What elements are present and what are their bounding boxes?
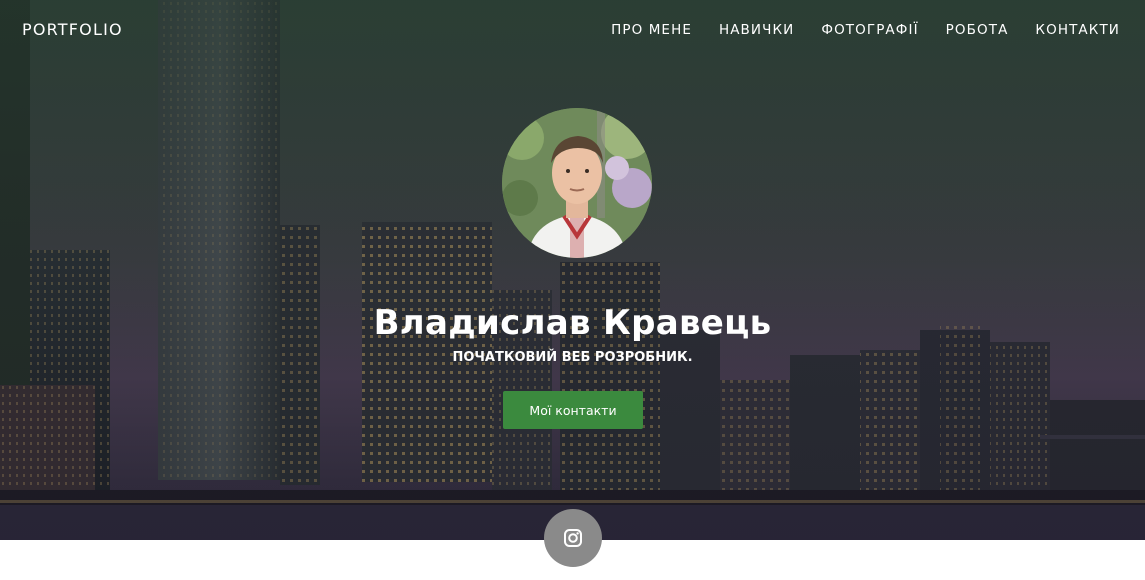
nav-link-work[interactable]: РОБОТА (946, 22, 1009, 38)
nav-item: ФОТОГРАФІЇ (821, 21, 918, 39)
nav-item: НАВИЧКИ (719, 21, 794, 39)
profile-photo (502, 108, 652, 258)
instagram-button[interactable] (544, 509, 602, 567)
instagram-icon (564, 529, 582, 547)
nav-item: ПРО МЕНЕ (611, 21, 692, 39)
profile-avatar (502, 108, 652, 258)
navbar: PORTFOLIO ПРО МЕНЕ НАВИЧКИ ФОТОГРАФІЇ РО… (0, 0, 1145, 60)
nav-link-about[interactable]: ПРО МЕНЕ (611, 22, 692, 38)
nav-link-contacts[interactable]: КОНТАКТИ (1035, 22, 1120, 38)
nav-menu: ПРО МЕНЕ НАВИЧКИ ФОТОГРАФІЇ РОБОТА КОНТА… (611, 21, 1120, 39)
nav-item: КОНТАКТИ (1035, 21, 1120, 39)
nav-item: РОБОТА (946, 21, 1009, 39)
nav-link-skills[interactable]: НАВИЧКИ (719, 22, 794, 38)
hero-subtitle: ПОЧАТКОВИЙ ВЕБ РОЗРОБНИК. (452, 350, 693, 365)
hero-name: Владислав Кравець (373, 303, 772, 343)
hero-section (0, 0, 1145, 540)
nav-link-photos[interactable]: ФОТОГРАФІЇ (821, 22, 918, 38)
brand-logo[interactable]: PORTFOLIO (22, 20, 123, 39)
hero-overlay (0, 0, 1145, 540)
contacts-button[interactable]: Мої контакти (503, 391, 643, 429)
